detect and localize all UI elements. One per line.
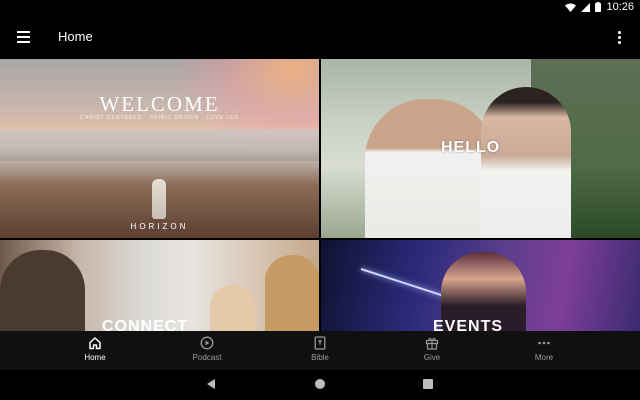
nav-item-bible[interactable]: Bible [256,331,384,370]
hello-tile[interactable]: HELLO [321,59,640,238]
home-circle-icon[interactable] [314,378,326,390]
connect-tile[interactable]: CONNECT [0,240,319,331]
person-image [0,250,85,331]
hello-label: HELLO [441,139,501,156]
play-circle-icon [143,331,271,351]
signal-icon [581,2,591,12]
welcome-tile[interactable]: WELCOME CHRIST CENTERED · SPIRIT DRIVEN … [0,59,319,238]
battery-icon [595,2,602,12]
gift-icon [368,331,496,351]
nav-label-podcast: Podcast [192,353,222,362]
beach-figure-image [152,179,166,219]
nav-item-podcast[interactable]: Podcast [143,331,271,370]
bible-icon [256,331,384,351]
nav-label-more: More [534,353,554,362]
pastor-woman-image [481,87,571,238]
person-image [210,285,255,331]
nav-item-give[interactable]: Give [368,331,496,370]
events-tile[interactable]: EVENTS [321,240,640,331]
status-time: 10:26 [606,1,634,13]
welcome-title: WELCOME [99,92,220,116]
status-icons: 10:26 [565,1,634,13]
nav-label-give: Give [423,353,441,362]
nav-item-more[interactable]: More [480,331,608,370]
page-title: Home [58,29,93,44]
hamburger-menu-icon[interactable] [13,26,35,48]
bottom-nav: Home Podcast Bible Give More [0,331,640,370]
wifi-icon [565,3,577,12]
app-bar: Home [0,16,640,59]
events-label: EVENTS [433,318,504,331]
home-tiles-grid: WELCOME CHRIST CENTERED · SPIRIT DRIVEN … [0,59,640,331]
more-vertical-icon[interactable] [613,26,627,48]
connect-label: CONNECT [102,318,189,331]
back-icon[interactable] [205,378,217,390]
horizon-logo: HORIZON [130,222,189,231]
more-horizontal-icon [480,331,608,351]
person-image [265,255,319,331]
status-bar: 10:26 [0,0,640,16]
system-nav-bar [0,370,640,400]
home-icon [31,331,159,351]
welcome-subtitle: CHRIST CENTERED · SPIRIT DRIVEN · LOVE L… [79,115,240,121]
nav-label-home: Home [84,353,106,362]
sea-backdrop [0,129,319,161]
nav-item-home[interactable]: Home [31,331,159,370]
recents-icon[interactable] [422,378,434,390]
pastor-man-image [365,99,495,238]
nav-label-bible: Bible [311,353,329,362]
